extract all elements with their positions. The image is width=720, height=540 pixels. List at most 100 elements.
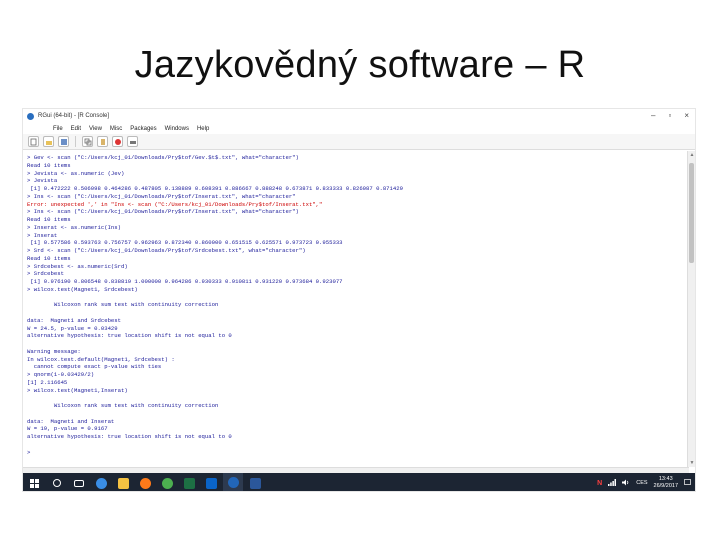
console-line: cannot compute exact p-value with ties xyxy=(27,363,162,371)
menu-packages[interactable]: Packages xyxy=(130,126,156,132)
stop-icon[interactable] xyxy=(112,136,123,147)
clock-time: 13:43 xyxy=(658,476,673,482)
r-console-screenshot: RGui (64-bit) - [R Console] – ▫ × File E… xyxy=(22,108,696,492)
console-line: > Jevista xyxy=(27,177,58,185)
console-line: > qnorm(1-0.03429/2) xyxy=(27,371,95,378)
console-line: > Ins <- scan ("C:/Users/kcj_01/Download… xyxy=(27,208,299,216)
console-line: alternative hypothesis: true location sh… xyxy=(27,332,232,340)
taskbar-apps xyxy=(45,473,265,491)
chrome-icon[interactable] xyxy=(157,473,177,491)
menu-file[interactable]: File xyxy=(53,126,63,132)
load-workspace-icon[interactable] xyxy=(43,136,54,147)
windows-logo-icon xyxy=(29,478,39,488)
word-icon-glyph xyxy=(249,477,261,489)
chrome-icon-glyph xyxy=(161,477,173,489)
console-line: data: Magnet1 and Inserat xyxy=(27,417,115,425)
excel-icon[interactable] xyxy=(179,473,199,491)
console-line: Error: unexpected ',' in "Ins <- scan ("… xyxy=(27,200,323,208)
file-explorer-icon[interactable] xyxy=(113,473,133,491)
console-line: Read 10 items xyxy=(27,161,71,169)
scrollbar-thumb[interactable] xyxy=(689,163,694,263)
edge-icon-glyph xyxy=(95,477,107,489)
console-line: In wilcox.test.default(Magnet1, Srdcebes… xyxy=(27,355,175,363)
print-icon[interactable] xyxy=(127,136,138,147)
console-line: Warning message: xyxy=(27,347,81,355)
window-controls: – ▫ × xyxy=(651,111,689,120)
menu-view[interactable]: View xyxy=(89,126,102,132)
menu-misc[interactable]: Misc xyxy=(110,126,122,132)
console-line: > Ins <- scan ("C:/Users/kcj_01/Download… xyxy=(27,192,296,200)
console-line: alternative hypothesis: true location sh… xyxy=(27,433,232,440)
console-line: > wilcox.test(Magnet1,Inserat) xyxy=(27,386,128,394)
console-line: [1] 2.116645 xyxy=(27,378,68,386)
system-tray: N CES 13:43 26/9/2017 xyxy=(597,473,691,491)
vertical-scrollbar[interactable]: ▲ ▼ xyxy=(687,151,695,467)
console-line: [1] 0.472222 0.506098 0.464286 0.487805 … xyxy=(27,185,403,192)
menu-help[interactable]: Help xyxy=(197,126,209,132)
console-line: Wilcoxon rank sum test with continuity c… xyxy=(27,402,219,409)
console-line: W = 24.5, p-value = 0.03429 xyxy=(27,324,118,332)
paste-icon[interactable] xyxy=(97,136,108,147)
language-indicator[interactable]: CES xyxy=(636,480,647,486)
scroll-down-icon[interactable]: ▼ xyxy=(689,460,695,466)
search-icon-glyph xyxy=(53,479,61,487)
console-line: Read 10 items xyxy=(27,254,71,262)
console-line: > Inserat xyxy=(27,231,58,239)
console-line: data: Magnet1 and Srdcebest xyxy=(27,316,121,324)
clock-date: 26/9/2017 xyxy=(653,483,678,489)
r-icon[interactable] xyxy=(223,473,243,491)
copy-icon[interactable] xyxy=(82,136,93,147)
search-icon[interactable] xyxy=(47,473,67,491)
word-icon[interactable] xyxy=(245,473,265,491)
close-button[interactable]: × xyxy=(684,111,689,120)
rgui-app-icon xyxy=(27,112,34,120)
firefox-icon[interactable] xyxy=(135,473,155,491)
window-title: RGui (64-bit) - [R Console] xyxy=(38,113,110,119)
save-workspace-icon[interactable] xyxy=(58,136,69,147)
menu-edit[interactable]: Edit xyxy=(71,126,81,132)
console-line: > Srd <- scan ("C:/Users/kcj_01/Download… xyxy=(27,247,306,254)
console-line: [1] 0.976190 0.806548 0.838819 1.000000 … xyxy=(27,278,343,285)
start-button[interactable] xyxy=(23,473,45,491)
window-titlebar: RGui (64-bit) - [R Console] – ▫ × xyxy=(23,109,695,123)
open-script-icon[interactable] xyxy=(28,136,39,147)
task-view-icon[interactable] xyxy=(69,473,89,491)
file-explorer-icon-glyph xyxy=(117,477,129,489)
restore-button[interactable]: ▫ xyxy=(668,111,671,120)
firefox-icon-glyph xyxy=(139,477,151,489)
console-line: Wilcoxon rank sum test with continuity c… xyxy=(27,301,219,309)
volume-icon[interactable] xyxy=(622,479,630,488)
menu-windows[interactable]: Windows xyxy=(165,126,189,132)
console-line: Read 10 items xyxy=(27,216,71,223)
console-line: > Srdcebest xyxy=(27,270,64,278)
console-line: > Inserat <- as.numeric(Ins) xyxy=(27,223,121,231)
console-line: > xyxy=(27,448,31,456)
console-output[interactable]: > Gev <- scan ("C:/Users/kcj_01/Download… xyxy=(23,151,689,467)
toolbar xyxy=(23,134,695,150)
console-line: > Gev <- scan ("C:/Users/kcj_01/Download… xyxy=(27,154,299,161)
outlook-icon-glyph xyxy=(205,477,217,489)
network-icon[interactable] xyxy=(608,478,617,488)
console-line: > wilcox.test(Magnet1, Srdcebest) xyxy=(27,285,138,293)
minimize-button[interactable]: – xyxy=(651,111,655,120)
excel-icon-glyph xyxy=(183,477,195,489)
console-line: > Jevista <- as.numeric (Jev) xyxy=(27,169,125,177)
console-line: [1] 0.577586 0.593763 0.756757 0.962963 … xyxy=(27,239,343,247)
menubar: File Edit View Misc Packages Windows Hel… xyxy=(23,123,695,134)
clock[interactable]: 13:43 26/9/2017 xyxy=(654,476,678,490)
r-icon-glyph xyxy=(227,476,239,488)
outlook-icon[interactable] xyxy=(201,473,221,491)
task-view-icon-glyph xyxy=(74,479,84,487)
edge-icon[interactable] xyxy=(91,473,111,491)
console-line: W = 19, p-value = 0.9167 xyxy=(27,425,108,433)
toolbar-separator xyxy=(75,136,76,147)
scroll-up-icon[interactable]: ▲ xyxy=(689,152,695,158)
action-center-icon[interactable] xyxy=(684,478,691,488)
notification-n-icon[interactable]: N xyxy=(597,480,602,487)
console-line: > Srdcebest <- as.numeric(Srd) xyxy=(27,262,128,270)
